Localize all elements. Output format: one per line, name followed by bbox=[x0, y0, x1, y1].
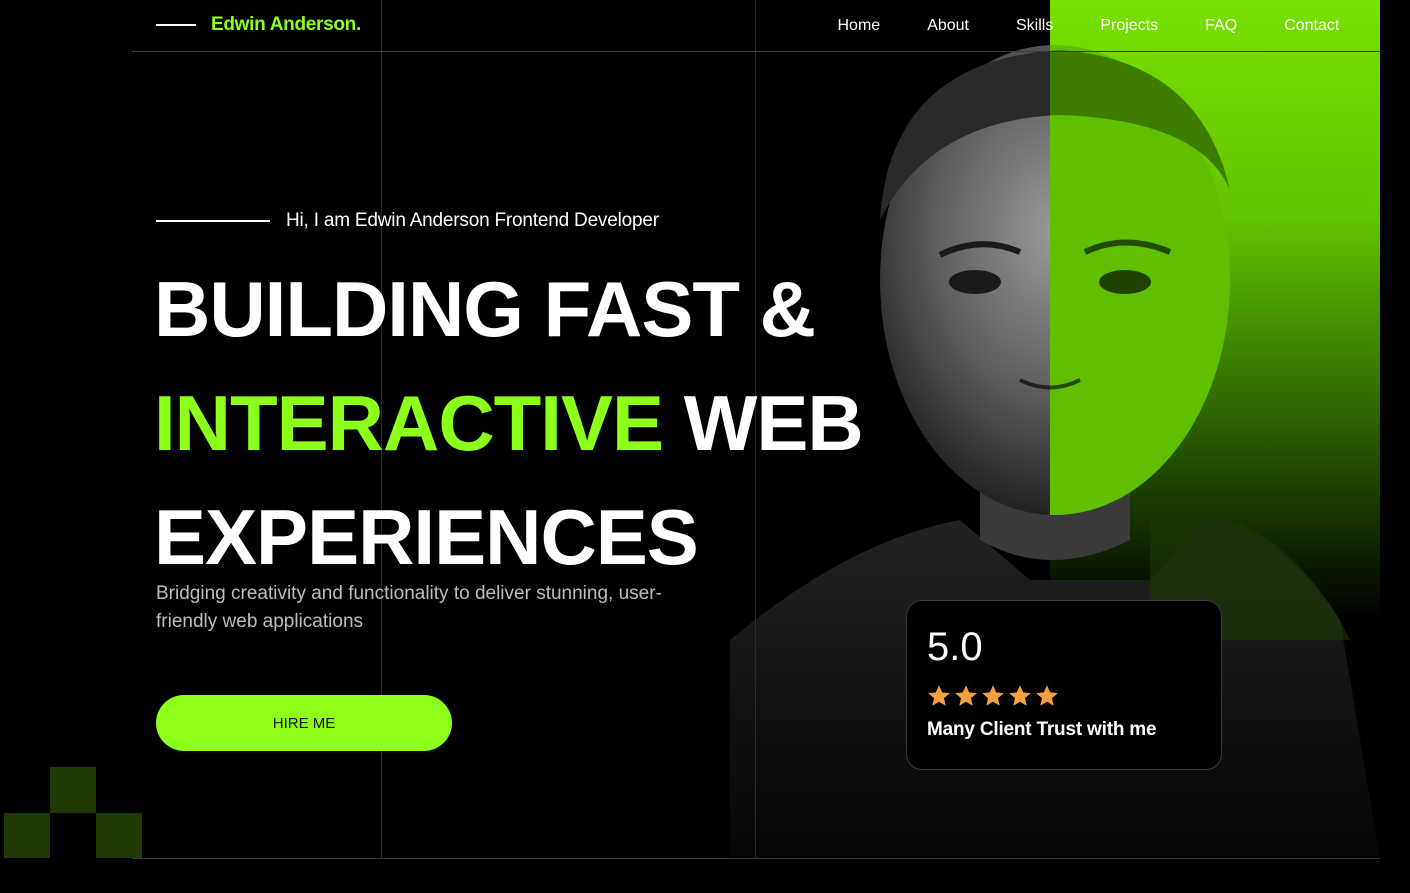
hire-me-button[interactable]: HIRE ME bbox=[156, 695, 452, 751]
headline-line-2: INTERACTIVE WEB bbox=[154, 366, 864, 480]
headline-line-2-rest: WEB bbox=[663, 379, 864, 467]
hero-intro: Hi, I am Edwin Anderson Frontend Develop… bbox=[156, 210, 659, 232]
brand-line bbox=[156, 24, 196, 26]
main-nav: Home About Skills Projects FAQ Contact bbox=[814, 16, 1363, 36]
star-icon bbox=[955, 685, 977, 706]
bottom-strip bbox=[0, 858, 1410, 893]
rating-stars bbox=[926, 683, 1061, 709]
rating-value: 5.0 bbox=[927, 625, 983, 669]
star-icon bbox=[928, 685, 950, 706]
headline-line-1: BUILDING FAST & bbox=[154, 265, 816, 353]
nav-item-contact[interactable]: Contact bbox=[1261, 16, 1363, 36]
star-icon bbox=[982, 685, 1004, 706]
decor-pixel bbox=[50, 767, 96, 813]
intro-text: Hi, I am Edwin Anderson Frontend Develop… bbox=[286, 210, 659, 231]
header-divider bbox=[132, 51, 1380, 52]
hero-headline: BUILDING FAST & INTERACTIVE WEB EXPERIEN… bbox=[154, 252, 864, 594]
headline-accent: INTERACTIVE bbox=[154, 379, 664, 467]
intro-line bbox=[156, 220, 270, 222]
star-icon bbox=[1009, 685, 1031, 706]
headline-line-3: EXPERIENCES bbox=[154, 493, 699, 581]
star-icon bbox=[1036, 685, 1058, 706]
nav-item-about[interactable]: About bbox=[904, 16, 993, 36]
rating-card: 5.0 Many Client Trust with me bbox=[906, 600, 1222, 770]
nav-item-skills[interactable]: Skills bbox=[993, 16, 1077, 36]
decor-pixel bbox=[4, 813, 50, 859]
edge-strip bbox=[1380, 0, 1410, 893]
decor-pixel bbox=[96, 813, 142, 859]
brand-name[interactable]: Edwin Anderson. bbox=[211, 14, 361, 36]
hero-subtext: Bridging creativity and functionality to… bbox=[156, 583, 662, 632]
rating-caption: Many Client Trust with me bbox=[927, 719, 1157, 740]
footer-divider bbox=[132, 858, 1380, 859]
nav-item-home[interactable]: Home bbox=[814, 16, 904, 36]
nav-item-faq[interactable]: FAQ bbox=[1182, 16, 1261, 36]
nav-item-projects[interactable]: Projects bbox=[1077, 16, 1182, 36]
brand-logo[interactable]: Edwin Anderson. bbox=[156, 14, 361, 36]
